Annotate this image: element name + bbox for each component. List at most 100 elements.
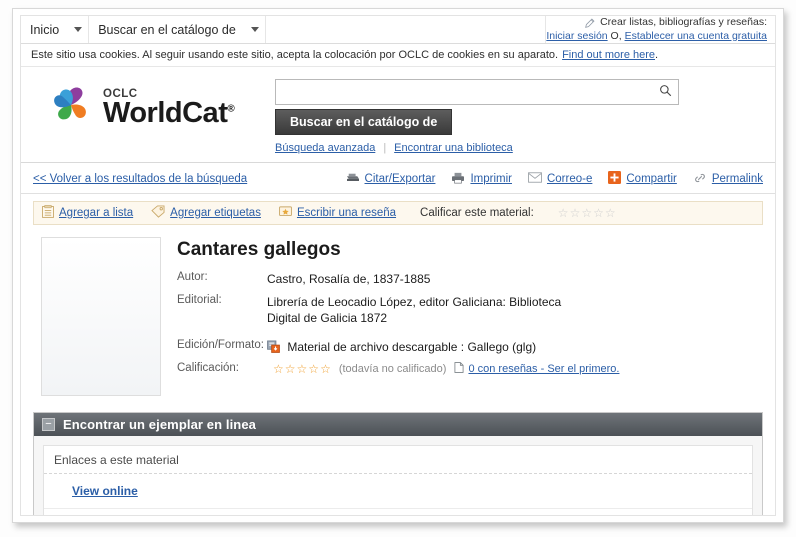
record-content: << Volver a los resultados de la búsqued… xyxy=(21,163,775,515)
cookie-notice-text: Este sitio usa cookies. Al seguir usando… xyxy=(31,49,559,61)
cite-export-button[interactable]: Citar/Exportar xyxy=(346,172,436,187)
site-header: OCLC WorldCat® Buscar en el catálogo de … xyxy=(21,67,775,163)
add-to-list-label[interactable]: Agregar a lista xyxy=(59,207,133,219)
review-star-icon xyxy=(279,205,292,221)
search-icon xyxy=(659,84,672,100)
rating-value: ☆ ☆ ☆ ☆ ☆ (todavía no calificado) 0 con … xyxy=(267,361,619,376)
permalink-label[interactable]: Permalink xyxy=(712,173,763,185)
rate-material-label: Calificar este material: xyxy=(420,207,534,219)
record-star-5[interactable]: ☆ xyxy=(320,363,331,375)
tag-icon xyxy=(151,205,165,221)
reviews-link-wrap[interactable]: 0 con reseñas - Ser el primero. xyxy=(454,361,619,376)
sign-in-link[interactable]: Iniciar sesión xyxy=(546,30,607,42)
share-plus-icon xyxy=(608,171,622,187)
cookie-notice-period: . xyxy=(655,49,659,61)
page-title: Cantares gallegos xyxy=(177,239,341,260)
nav-item-catalog-search[interactable]: Buscar en el catálogo de xyxy=(89,16,245,43)
catalog-search-button[interactable]: Buscar en el catálogo de xyxy=(275,109,453,135)
search-submit-icon-button[interactable] xyxy=(652,81,678,103)
account-conjunction: O, xyxy=(610,29,622,42)
email-button[interactable]: Correo-e xyxy=(528,172,592,186)
print-label[interactable]: Imprimir xyxy=(470,173,512,185)
record-star-2[interactable]: ☆ xyxy=(285,363,296,375)
not-rated-text: (todavía no calificado) xyxy=(338,362,447,375)
review-page-icon xyxy=(454,361,464,376)
write-review-button[interactable]: Escribir una reseña xyxy=(279,205,396,221)
rate-material-stars[interactable]: ☆ ☆ ☆ ☆ ☆ xyxy=(558,207,616,219)
worldcat-logo[interactable]: OCLC WorldCat® xyxy=(33,77,275,134)
format-value: Material de archivo descargable : Galleg… xyxy=(287,339,537,354)
search-box[interactable] xyxy=(275,79,679,105)
list-item[interactable]: View online xyxy=(44,474,752,509)
link-icon xyxy=(693,172,707,187)
record-star-1[interactable]: ☆ xyxy=(273,363,284,375)
add-tags-label[interactable]: Agregar etiquetas xyxy=(170,207,261,219)
record-tools: Citar/Exportar Imprimir Correo-e Compart… xyxy=(346,171,763,187)
email-label[interactable]: Correo-e xyxy=(547,173,592,185)
author-label: Autor: xyxy=(177,271,208,283)
add-to-list-button[interactable]: Agregar a lista xyxy=(42,205,133,221)
rating-star-5[interactable]: ☆ xyxy=(605,207,616,219)
downloadable-archival-icon xyxy=(267,340,280,353)
permalink-button[interactable]: Permalink xyxy=(693,172,763,187)
metadata-row-format: Edición/Formato: Material de archivo des… xyxy=(177,339,763,355)
browser-frame-outer: Inicio Buscar en el catálogo de Crear li… xyxy=(12,8,784,523)
account-prompt-text: Crear listas, bibliografías y reseñas: xyxy=(600,16,767,29)
worldcat-record-page: Inicio Buscar en el catálogo de Crear li… xyxy=(0,0,796,537)
publisher-label: Editorial: xyxy=(177,294,222,307)
rating-star-2[interactable]: ☆ xyxy=(570,207,581,219)
pencil-write-icon xyxy=(585,17,596,29)
envelope-icon xyxy=(528,172,542,186)
record-metadata: Cantares gallegos Autor: Castro, Rosalía… xyxy=(177,237,763,396)
minus-collapse-icon[interactable]: − xyxy=(42,418,55,431)
search-area: Buscar en el catálogo de Búsqueda avanza… xyxy=(275,77,763,154)
find-online-section-header[interactable]: − Encontrar un ejemplar en linea xyxy=(34,413,762,436)
record-star-4[interactable]: ☆ xyxy=(308,363,319,375)
nav-item-catalog-search-dropdown[interactable] xyxy=(245,16,266,43)
rating-star-4[interactable]: ☆ xyxy=(593,207,604,219)
link-separator: | xyxy=(383,142,387,154)
print-button[interactable]: Imprimir xyxy=(451,172,512,187)
account-links: Crear listas, bibliografías y reseñas: I… xyxy=(545,16,775,43)
logo-worldcat-text: WorldCat® xyxy=(103,96,235,129)
back-to-results-link[interactable]: << Volver a los resultados de la búsqued… xyxy=(33,173,247,185)
rating-star-3[interactable]: ☆ xyxy=(581,207,592,219)
account-prompt-row: Crear listas, bibliografías y reseñas: xyxy=(585,16,767,29)
find-online-section-title: Encontrar un ejemplar en linea xyxy=(63,417,256,432)
record-rating-stars[interactable]: ☆ ☆ ☆ ☆ ☆ xyxy=(273,363,331,375)
rating-star-1[interactable]: ☆ xyxy=(558,207,569,219)
view-online-link[interactable]: View online xyxy=(72,484,138,498)
nav-item-inicio-dropdown[interactable] xyxy=(68,16,90,43)
cover-image-placeholder xyxy=(41,237,161,396)
links-panel: Enlaces a este material View online bibl… xyxy=(43,445,753,515)
links-panel-heading: Enlaces a este material xyxy=(44,446,752,474)
cookie-more-info-link[interactable]: Find out more here xyxy=(562,49,655,61)
share-label[interactable]: Compartir xyxy=(626,173,676,185)
find-online-section: − Encontrar un ejemplar en linea Enlaces… xyxy=(33,412,763,515)
top-utility-nav: Inicio Buscar en el catálogo de Crear li… xyxy=(21,16,775,44)
write-review-label[interactable]: Escribir una reseña xyxy=(297,207,396,219)
reviews-link[interactable]: 0 con reseñas - Ser el primero. xyxy=(468,363,619,375)
account-actions-row: Iniciar sesión O, Establecer una cuenta … xyxy=(546,30,767,43)
cite-export-label[interactable]: Citar/Exportar xyxy=(365,173,436,185)
add-tags-button[interactable]: Agregar etiquetas xyxy=(151,205,261,221)
nav-item-inicio[interactable]: Inicio xyxy=(21,16,68,43)
share-button[interactable]: Compartir xyxy=(608,171,677,187)
chevron-down-icon xyxy=(250,27,259,32)
metadata-row-publisher: Editorial: Librería de Leocadio López, e… xyxy=(177,294,763,326)
advanced-search-link[interactable]: Búsqueda avanzada xyxy=(275,142,375,154)
record-details: Cantares gallegos Autor: Castro, Rosalía… xyxy=(21,225,775,402)
format-value-wrap: Material de archivo descargable : Galleg… xyxy=(267,339,536,355)
metadata-row-rating: Calificación: ☆ ☆ ☆ ☆ ☆ (todavía no cali… xyxy=(177,362,763,376)
find-library-link[interactable]: Encontrar una biblioteca xyxy=(394,142,513,154)
search-input[interactable] xyxy=(276,81,652,103)
list-item[interactable]: biblioteca.galiciana.gal xyxy=(44,509,752,515)
browser-frame-inner: Inicio Buscar en el catálogo de Crear li… xyxy=(20,15,776,516)
create-account-link[interactable]: Establecer una cuenta gratuita xyxy=(625,30,767,42)
nav-item-catalog-search-label: Buscar en el catálogo de xyxy=(98,22,236,37)
rating-label: Calificación: xyxy=(177,361,239,374)
record-toolbar: << Volver a los resultados de la búsqued… xyxy=(21,163,775,194)
record-star-3[interactable]: ☆ xyxy=(297,363,308,375)
author-value: Castro, Rosalía de, 1837-1885 xyxy=(267,272,431,286)
nav-item-inicio-label: Inicio xyxy=(30,22,60,37)
